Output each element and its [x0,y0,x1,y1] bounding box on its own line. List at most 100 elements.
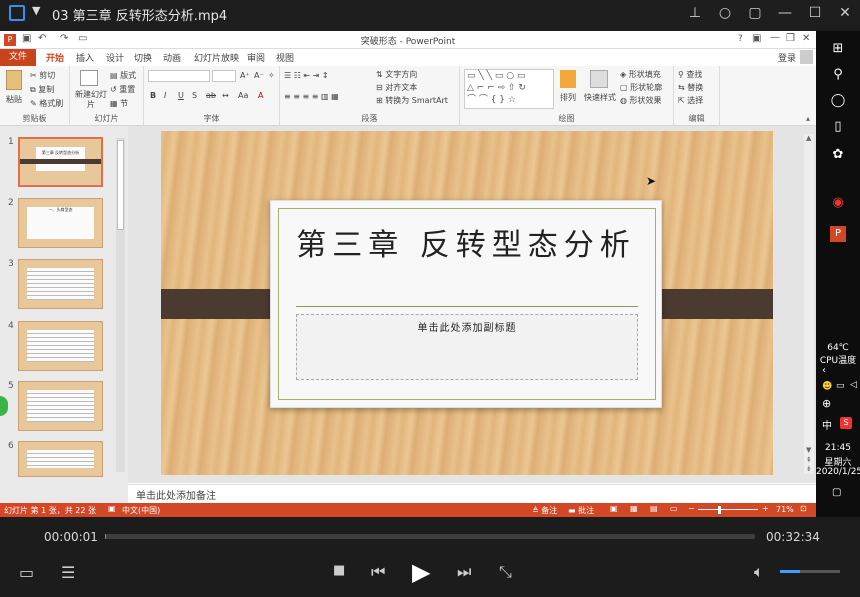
font-size-select[interactable] [212,70,236,82]
comments-button[interactable]: ▬ 批注 [568,505,594,516]
windows-start-icon[interactable]: ⊞ [816,41,860,56]
tab-animations[interactable]: 动画 [163,51,181,64]
copy-button[interactable]: ⧉ 复制 [30,84,54,95]
tray-app-icon[interactable]: ☻ [822,381,832,392]
slide-thumbnail-1[interactable]: 第三章 反转型态分析 [18,137,103,187]
reading-view-icon[interactable]: ▤ [650,504,658,513]
zoom-out-icon[interactable]: − [688,504,695,513]
bold-button[interactable]: B [150,91,156,100]
ribbon-display-icon[interactable]: ▣ [752,33,761,44]
tab-insert[interactable]: 插入 [76,51,94,64]
notes-pane[interactable]: 单击此处添加备注 [128,484,816,502]
paste-icon[interactable] [6,70,22,90]
align-icons[interactable]: ≡ ≡ ≡ ≡ ▥ ▦ [284,92,339,101]
font-name-select[interactable] [148,70,210,82]
slide-thumbnail-4[interactable] [18,321,103,371]
previous-button[interactable]: ⏮ [371,562,385,582]
seek-bar[interactable] [105,534,755,539]
user-avatar-icon[interactable] [800,50,813,64]
help-button[interactable]: ? [738,34,743,44]
search-icon[interactable]: ⚲ [816,67,860,82]
subtitle-text[interactable]: 单击此处添加副标题 [296,319,638,334]
collapse-ribbon-icon[interactable]: ▴ [806,114,810,123]
slideshow-view-icon[interactable]: ▭ [670,504,678,513]
change-case-icon[interactable]: Aa [238,91,248,100]
pin-icon[interactable]: ⊥ [686,4,704,22]
section-button[interactable]: ▦ 节 [110,98,128,109]
zoom-level[interactable]: 71% [776,505,794,514]
next-slide-icon[interactable]: ⇟ [806,465,812,473]
ppt-minimize-icon[interactable]: — [770,32,780,43]
scroll-down-icon[interactable]: ▼ [806,446,811,454]
format-painter-button[interactable]: ✎ 格式刷 [30,98,63,109]
char-spacing-icon[interactable]: ↔ [222,91,229,100]
sorter-view-icon[interactable]: ▦ [630,504,638,513]
fit-slide-icon[interactable]: ⊡ [800,504,807,513]
smartart-button[interactable]: ⊞ 转换为 SmartArt [376,95,448,106]
shape-effects-button[interactable]: ◍ 形状效果 [620,95,662,106]
tab-slideshow[interactable]: 幻灯片放映 [194,51,239,64]
shadow-button[interactable]: S [192,91,197,100]
fullscreen-icon[interactable]: ⤡ [499,562,512,582]
next-button[interactable]: ⏭ [457,562,471,582]
shape-fill-button[interactable]: ◈ 形状填充 [620,69,661,80]
zoom-in-icon[interactable]: + [762,504,769,513]
tab-view[interactable]: 视图 [276,51,294,64]
recorder-app-icon[interactable]: ◉ [816,195,860,210]
underline-button[interactable]: U [178,91,184,100]
arrange-button[interactable]: 排列 [560,92,576,103]
play-button[interactable]: ▶ [412,558,430,586]
new-slide-icon[interactable] [80,70,98,86]
tab-review[interactable]: 审阅 [247,51,265,64]
network-icon[interactable]: ⊕ [822,397,831,410]
player-logo-icon[interactable] [9,5,25,21]
spellcheck-icon[interactable]: ▣ [108,504,116,513]
ppt-close-icon[interactable]: ✕ [802,33,810,44]
find-button[interactable]: ⚲ 查找 [678,69,702,80]
mini-mode-icon[interactable]: ▢ [746,4,764,22]
reset-button[interactable]: ↺ 重置 [110,84,135,95]
tab-design[interactable]: 设计 [106,51,124,64]
ppt-restore-icon[interactable]: ❐ [786,33,795,44]
align-text-button[interactable]: ⊟ 对齐文本 [376,82,417,93]
login-button[interactable]: 登录 [778,51,796,64]
maximize-icon[interactable]: ☐ [806,4,824,22]
notification-icon[interactable]: ▢ [832,487,841,498]
tips-icon[interactable]: ○ [716,4,734,22]
shapes-gallery[interactable]: ▭ ╲ ╲ ▭ ○ ▭ △ ⌐ ⌐ ⇨ ⇧ ↻ ⌒ ⌒ { } ☆ [464,69,554,109]
quick-styles-icon[interactable] [590,70,608,88]
slide-title[interactable]: 第三章 反转型态分析 [270,220,662,264]
arrange-icon[interactable] [560,70,576,88]
shape-outline-button[interactable]: ▢ 形状轮廓 [620,82,662,93]
new-slide-button[interactable]: 新建幻灯片 [73,90,109,110]
strikethrough-icon[interactable]: ab [206,91,216,100]
paste-button[interactable]: 粘贴 [6,94,22,105]
minimize-icon[interactable]: — [776,4,794,22]
task-view-icon[interactable]: ▯ [816,119,860,134]
stop-button[interactable]: ■ [333,563,345,578]
bullets-icon[interactable]: ☰ ☷ ⇤ ⇥ ↕ [284,71,329,80]
tab-file[interactable]: 文件 [0,49,36,66]
cortana-icon[interactable]: ◯ [816,93,860,108]
scroll-up-icon[interactable]: ▲ [806,134,811,142]
thumbs-scroll-thumb[interactable] [117,140,124,230]
ime-indicator[interactable]: 中 [822,417,832,432]
slide-thumbnail-2[interactable]: 一、头肩型态 [18,198,103,248]
text-direction-button[interactable]: ⇅ 文字方向 [376,69,417,80]
slide-thumbnail-5[interactable] [18,381,103,431]
quick-styles-button[interactable]: 快速样式 [584,92,616,103]
tab-home[interactable]: 开始 [46,51,64,64]
slide-scrollbar[interactable] [804,134,814,474]
normal-view-icon[interactable]: ▣ [610,504,618,513]
tray-expand-icon[interactable]: ‹ [822,365,826,376]
pinned-app-icon[interactable]: ✿ [816,147,860,162]
shrink-font-icon[interactable]: A⁻ [254,71,264,80]
menu-dropdown-icon[interactable]: ▼ [32,4,40,17]
select-button[interactable]: ⇱ 选择 [678,95,703,106]
cut-button[interactable]: ✂ 剪切 [30,70,55,81]
tab-transitions[interactable]: 切换 [134,51,152,64]
volume-tray-icon[interactable]: ◁ [850,380,857,390]
zoom-slider-thumb[interactable] [718,506,721,514]
playlist-icon[interactable]: ▭ [19,563,34,582]
slide-thumbnail-6[interactable] [18,441,103,477]
